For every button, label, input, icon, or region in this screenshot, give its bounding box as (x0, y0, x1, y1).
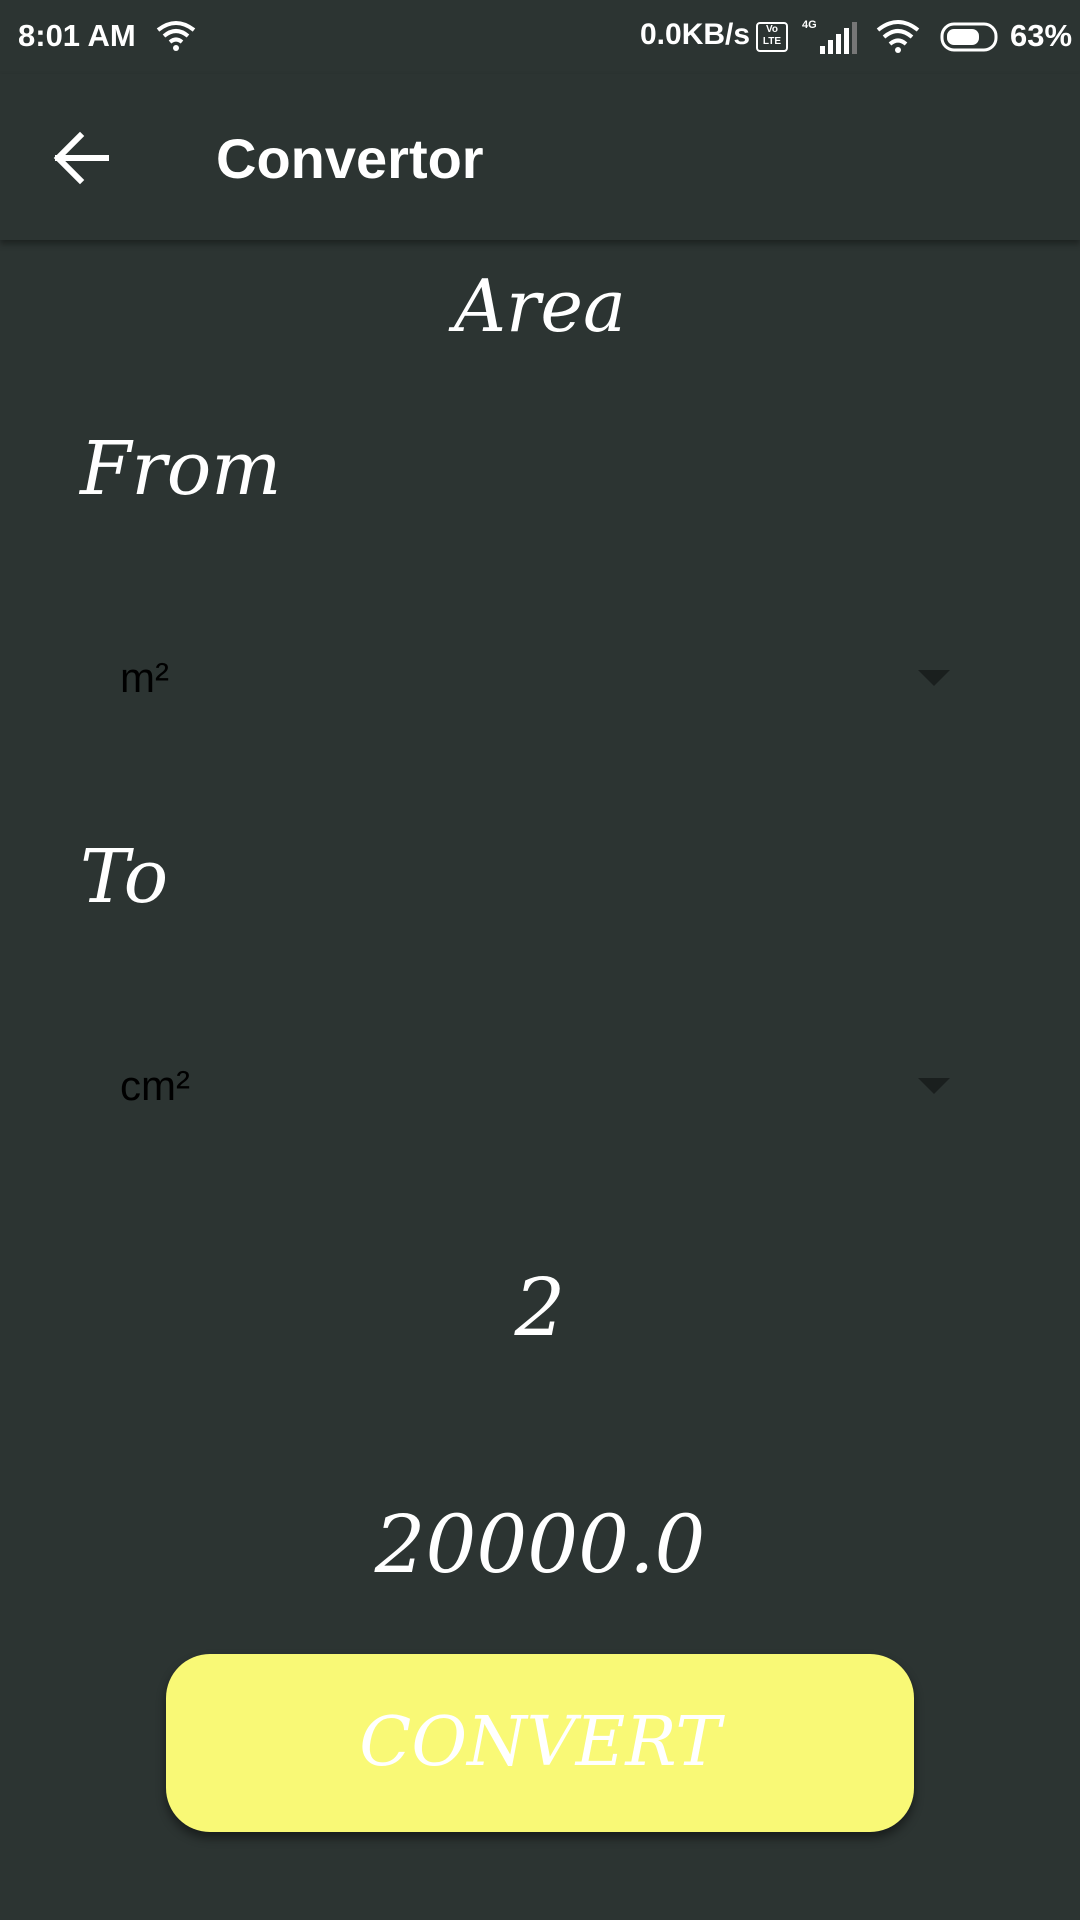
status-bar: 8:01 AM 0.0KB/s Vo LTE 4G 63% (0, 0, 1080, 74)
converter-panel: Area From m² To cm² 20000.0 CONVERT (0, 240, 1080, 1920)
wifi-icon (876, 20, 920, 53)
arrow-left-icon (53, 131, 109, 185)
battery-percentage: 63% (1010, 18, 1073, 53)
app-bar: Convertor (0, 74, 1080, 240)
result-value: 20000.0 (374, 1498, 706, 1591)
volte-icon: Vo LTE (756, 22, 788, 52)
from-unit-dropdown[interactable]: m² (120, 640, 950, 720)
status-time: 8:01 AM (18, 18, 136, 53)
convert-button-label: CONVERT (359, 1703, 721, 1782)
page-title: Convertor (216, 127, 484, 190)
value-input[interactable] (390, 1252, 690, 1362)
battery-icon (940, 22, 998, 52)
to-label: To (80, 834, 169, 920)
dropdown-arrow-icon (918, 1078, 950, 1094)
network-speed: 0.0KB/s (640, 18, 751, 51)
convert-button[interactable]: CONVERT (166, 1654, 914, 1832)
to-unit-value: cm² (120, 1062, 190, 1109)
back-button[interactable] (44, 118, 124, 198)
network-type-label: 4G (802, 19, 817, 31)
category-title: Area (454, 264, 626, 348)
wifi-icon (156, 21, 196, 51)
from-label: From (80, 426, 282, 512)
signal-icon: 4G (802, 19, 857, 54)
to-unit-dropdown[interactable]: cm² (120, 1048, 950, 1128)
from-unit-value: m² (120, 654, 169, 701)
dropdown-arrow-icon (918, 670, 950, 686)
